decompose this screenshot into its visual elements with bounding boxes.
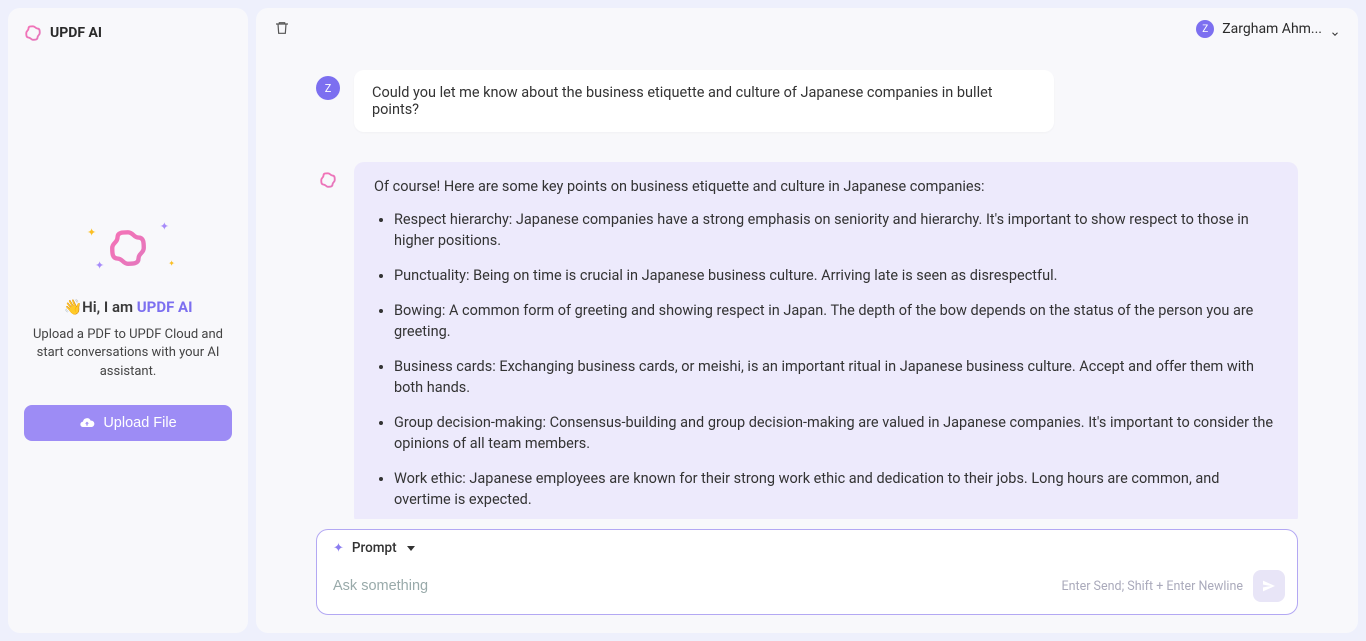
sparkle-icon: ✦: [160, 220, 169, 233]
ai-bullet-list: Respect hierarchy: Japanese companies ha…: [374, 209, 1278, 510]
list-item: Respect hierarchy: Japanese companies ha…: [394, 209, 1278, 251]
updf-logo-icon: [24, 24, 42, 42]
chat-area: Z Could you let me know about the busine…: [256, 50, 1358, 519]
ai-message-row: Of course! Here are some key points on b…: [316, 162, 1298, 519]
user-message-bubble: Could you let me know about the business…: [354, 70, 1054, 132]
list-item: Bowing: A common form of greeting and sh…: [394, 300, 1278, 342]
user-message-row: Z Could you let me know about the busine…: [316, 70, 1298, 132]
list-item: Business cards: Exchanging business card…: [394, 356, 1278, 398]
topbar: Z Zargham Ahm...: [256, 8, 1358, 50]
greeting-prefix: 👋Hi, I am: [63, 298, 136, 316]
sparkle-icon: ✦: [87, 226, 96, 239]
avatar: Z: [1196, 20, 1214, 38]
send-button[interactable]: [1253, 570, 1285, 602]
delete-icon[interactable]: [274, 20, 290, 38]
greeting-brand: UPDF AI: [137, 298, 193, 316]
sidebar-header: UPDF AI: [20, 24, 236, 42]
upload-file-button[interactable]: Upload File: [24, 405, 232, 441]
prompt-selector[interactable]: ✦ Prompt: [317, 530, 1297, 562]
sidebar-title: UPDF AI: [50, 25, 102, 41]
ai-message-bubble: Of course! Here are some key points on b…: [354, 162, 1298, 519]
dropdown-triangle-icon: [407, 546, 415, 551]
sidebar: UPDF AI ✦ ✦ ✦ ✦ 👋Hi, I am UPDF AI Upload…: [8, 8, 248, 633]
user-menu[interactable]: Z Zargham Ahm...: [1196, 20, 1340, 38]
sidebar-intro: ✦ ✦ ✦ ✦ 👋Hi, I am UPDF AI Upload a PDF t…: [20, 42, 236, 617]
ai-avatar-icon: [316, 168, 340, 192]
input-zone: ✦ Prompt Enter Send; Shift + Enter Newli…: [316, 529, 1298, 615]
list-item: Punctuality: Being on time is crucial in…: [394, 265, 1278, 286]
list-item: Group decision-making: Consensus-buildin…: [394, 412, 1278, 454]
logo-sparkle-wrap: ✦ ✦ ✦ ✦: [73, 218, 183, 278]
greeting-text: 👋Hi, I am UPDF AI: [63, 298, 192, 316]
input-hint: Enter Send; Shift + Enter Newline: [1062, 579, 1244, 594]
main-panel: Z Zargham Ahm... Z Could you let me know…: [256, 8, 1358, 633]
sidebar-description: Upload a PDF to UPDF Cloud and start con…: [24, 326, 232, 381]
input-row: Enter Send; Shift + Enter Newline: [317, 562, 1297, 614]
user-name: Zargham Ahm...: [1222, 21, 1322, 37]
user-avatar: Z: [316, 76, 340, 100]
cloud-upload-icon: [79, 415, 95, 431]
message-input[interactable]: [333, 578, 1052, 594]
sparkle-icon: ✦: [168, 259, 175, 268]
chevron-down-icon: [1330, 24, 1340, 34]
list-item: Work ethic: Japanese employees are known…: [394, 468, 1278, 510]
ai-intro-text: Of course! Here are some key points on b…: [374, 178, 1278, 195]
sparkle-icon: ✦: [95, 259, 104, 272]
prompt-label: Prompt: [352, 540, 397, 556]
upload-label: Upload File: [103, 415, 176, 431]
sparkle-icon: ✦: [333, 541, 344, 556]
updf-logo-icon: [107, 227, 149, 269]
